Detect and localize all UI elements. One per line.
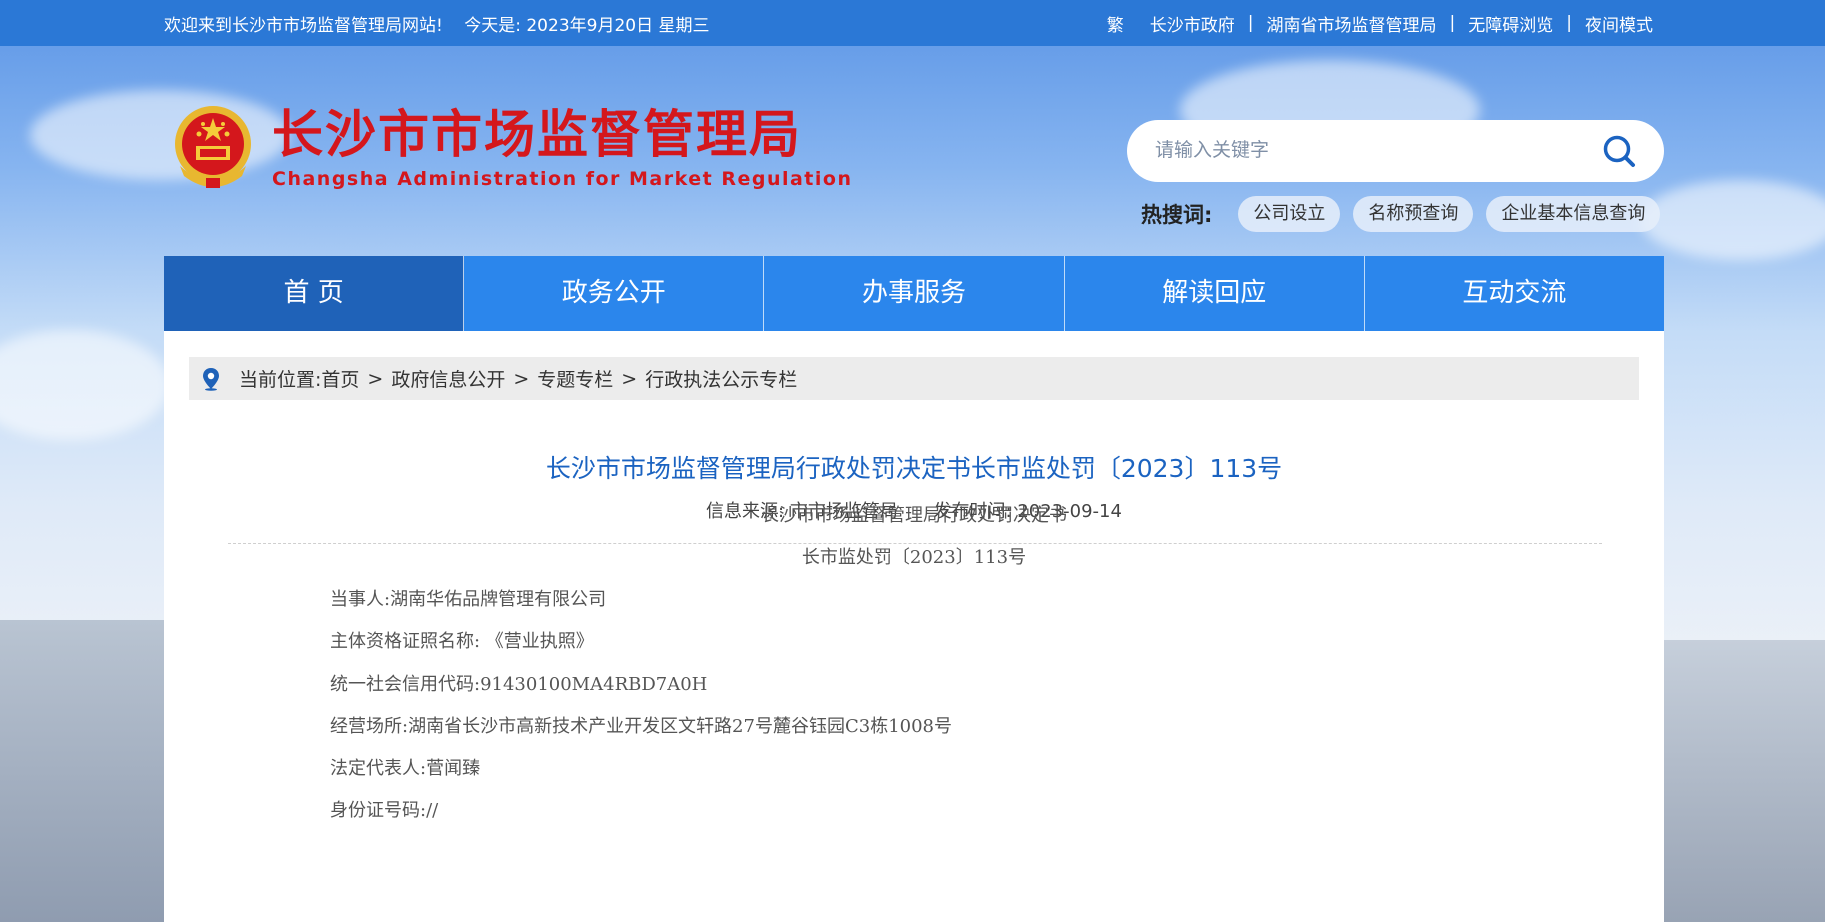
doc-line-credit-code: 统一社会信用代码:91430100MA4RBD7A0H [330, 674, 708, 695]
separator: | [1449, 13, 1456, 33]
site-name-cn: 长沙市市场监督管理局 [272, 105, 803, 165]
nav-item-gov-affairs[interactable]: 政务公开 [464, 256, 765, 331]
nav-item-home[interactable]: 首 页 [164, 256, 465, 331]
search-box [1127, 120, 1664, 182]
nav-item-interpretation[interactable]: 解读回应 [1065, 256, 1365, 331]
hunan-amr-link[interactable]: 湖南省市场监督管理局 [1267, 11, 1437, 36]
night-mode-link[interactable]: 夜间模式 [1585, 11, 1653, 36]
separator: | [1566, 13, 1572, 33]
doc-title: 长沙市市场监督管理局行政处罚决定书 [761, 505, 1067, 526]
hot-tag-enterprise-info[interactable]: 企业基本信息查询 [1486, 196, 1661, 232]
location-pin-icon [203, 367, 219, 391]
doc-line-id-number: 身份证号码:// [330, 800, 439, 821]
site-name-en: Changsha Administration for Market Regul… [272, 168, 853, 190]
breadcrumb-home[interactable]: 首页 [321, 365, 359, 392]
breadcrumb-label: 当前位置: [239, 369, 322, 391]
traditional-chinese-link[interactable]: 繁 [1107, 11, 1124, 36]
breadcrumb-enforcement-column[interactable]: 行政执法公示专栏 [645, 365, 797, 392]
welcome-text: 欢迎来到长沙市市场监督管理局网站! [164, 15, 443, 36]
doc-number: 长市监处罚〔2023〕113号 [801, 547, 1027, 568]
breadcrumb-gov-info[interactable]: 政府信息公开 [391, 365, 505, 392]
background-building [1664, 640, 1825, 922]
doc-line-license: 主体资格证照名称: 《营业执照》 [330, 631, 594, 652]
hot-tag-company-setup[interactable]: 公司设立 [1238, 196, 1341, 232]
search-input[interactable] [1153, 139, 1600, 163]
hot-search-label: 热搜词: [1141, 203, 1213, 227]
accessibility-link[interactable]: 无障碍浏览 [1468, 11, 1553, 36]
search-icon[interactable] [1600, 132, 1638, 170]
date-text: 今天是: 2023年9月20日 星期三 [464, 15, 710, 36]
main-nav: 首 页 政务公开 办事服务 解读回应 互动交流 [164, 256, 1664, 331]
doc-line-address: 经营场所:湖南省长沙市高新技术产业开发区文轩路27号麓谷钰园C3栋1008号 [330, 716, 952, 737]
doc-line-party: 当事人:湖南华佑品牌管理有限公司 [330, 589, 607, 610]
breadcrumb-arrow: > [621, 367, 638, 390]
hot-tag-name-precheck[interactable]: 名称预查询 [1353, 196, 1474, 232]
breadcrumb-arrow: > [513, 367, 530, 390]
hot-search: 热搜词: 公司设立 名称预查询 企业基本信息查询 [1141, 196, 1673, 232]
nav-item-interaction[interactable]: 互动交流 [1365, 256, 1664, 331]
article-title: 长沙市市场监督管理局行政处罚决定书长市监处罚〔2023〕113号 [545, 454, 1283, 483]
separator: | [1247, 13, 1254, 33]
breadcrumb-special-column[interactable]: 专题专栏 [537, 365, 613, 392]
content-panel: 当前位置: 首页 > 政府信息公开 > 专题专栏 > 行政执法公示专栏 长沙市市… [164, 331, 1664, 922]
changsha-gov-link[interactable]: 长沙市政府 [1150, 11, 1235, 36]
background-building [0, 620, 164, 922]
breadcrumb: 当前位置: 首页 > 政府信息公开 > 专题专栏 > 行政执法公示专栏 [189, 357, 1639, 400]
top-bar: 欢迎来到长沙市市场监督管理局网站! 今天是: 2023年9月20日 星期三 繁 … [0, 0, 1825, 46]
breadcrumb-arrow: > [367, 367, 384, 390]
doc-line-legal-rep: 法定代表人:菅闻臻 [330, 758, 481, 779]
background-cloud [0, 330, 170, 440]
nav-item-services[interactable]: 办事服务 [764, 256, 1065, 331]
national-emblem-icon [175, 106, 251, 188]
top-links: 繁 长沙市政府 | 湖南省市场监督管理局 | 无障碍浏览 | 夜间模式 [1107, 11, 1653, 36]
welcome-area: 欢迎来到长沙市市场监督管理局网站! 今天是: 2023年9月20日 星期三 [164, 11, 725, 36]
site-logo[interactable]: 长沙市市场监督管理局 Changsha Administration for M… [172, 104, 852, 192]
